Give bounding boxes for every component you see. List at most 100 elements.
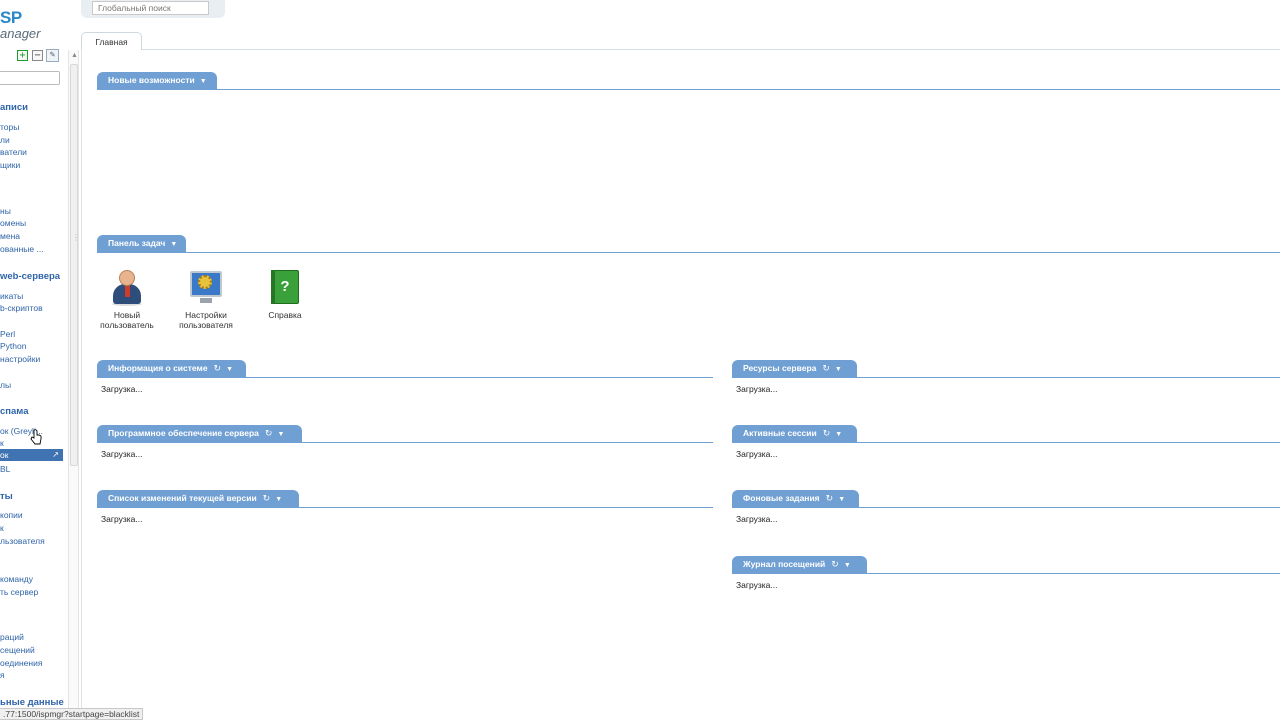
status-bar-url: .77:1500/ispmgr?startpage=blacklist <box>0 708 144 720</box>
widget-loading-text: Загрузка... <box>736 449 778 459</box>
scroll-up-icon[interactable]: ▲ <box>71 52 78 59</box>
sidebar: SP anager + − ✎ аписи торы ли ватели щик… <box>0 0 68 720</box>
widget-divider <box>732 507 1280 508</box>
chevron-down-icon[interactable]: ▼ <box>275 491 282 508</box>
widget-loading-text: Загрузка... <box>101 384 143 394</box>
sidebar-item[interactable]: ть сервер <box>0 587 38 597</box>
task-label: пользователя <box>179 320 233 330</box>
widget-divider <box>97 442 713 443</box>
sidebar-item[interactable]: ны <box>0 206 11 216</box>
sidebar-item[interactable]: BL <box>0 464 10 474</box>
sidebar-item-active[interactable]: ок ↗ <box>0 449 63 461</box>
widget-title: Активные сессии <box>743 428 817 438</box>
help-icon: ? <box>268 270 302 306</box>
chevron-down-icon[interactable]: ▼ <box>200 73 207 90</box>
widget-divider <box>97 507 713 508</box>
sidebar-item[interactable]: копии <box>0 510 23 520</box>
widget-title: Журнал посещений <box>743 559 826 569</box>
widget-loading-text: Загрузка... <box>736 580 778 590</box>
settings-icon <box>189 270 223 306</box>
sidebar-item[interactable]: к <box>0 438 4 448</box>
task-user-settings[interactable]: Настройки пользователя <box>171 270 241 330</box>
task-new-user[interactable]: Новый пользователь <box>92 270 162 330</box>
task-help[interactable]: ? Справка <box>250 270 320 320</box>
refresh-icon[interactable]: ↻ <box>822 360 830 377</box>
widget-header-changelog[interactable]: Список изменений текущей версии ↻ ▼ <box>97 490 299 507</box>
widget-divider <box>732 442 1280 443</box>
sidebar-item[interactable]: сещений <box>0 645 35 655</box>
refresh-icon[interactable]: ↻ <box>826 490 834 507</box>
widget-loading-text: Загрузка... <box>736 514 778 524</box>
widget-header-visits[interactable]: Журнал посещений ↻ ▼ <box>732 556 867 573</box>
sidebar-item[interactable]: лы <box>0 380 11 390</box>
sidebar-section[interactable]: ьные данные <box>0 697 64 708</box>
widget-header-software[interactable]: Программное обеспечение сервера ↻ ▼ <box>97 425 302 442</box>
chevron-down-icon[interactable]: ▼ <box>226 361 233 378</box>
sidebar-section[interactable]: ты <box>0 491 13 502</box>
refresh-icon[interactable]: ↻ <box>263 490 271 507</box>
sidebar-item[interactable]: оединения <box>0 658 42 668</box>
widget-divider <box>732 573 1280 574</box>
user-icon <box>110 270 144 306</box>
widget-loading-text: Загрузка... <box>101 514 143 524</box>
chevron-down-icon[interactable]: ▼ <box>835 361 842 378</box>
sidebar-item[interactable]: я <box>0 670 5 680</box>
sidebar-item-label: ок <box>0 450 9 460</box>
sidebar-item[interactable]: ованные ... <box>0 244 44 254</box>
external-link-icon[interactable]: ↗ <box>52 450 59 459</box>
widget-title: Информация о системе <box>108 363 208 373</box>
chevron-down-icon[interactable]: ▼ <box>838 491 845 508</box>
refresh-icon[interactable]: ↻ <box>265 425 273 442</box>
widget-loading-text: Загрузка... <box>736 384 778 394</box>
expand-all-icon[interactable]: + <box>17 50 28 61</box>
scrollbar-thumb[interactable] <box>70 64 78 466</box>
global-search-input[interactable] <box>92 1 209 15</box>
sidebar-item[interactable]: Perl <box>0 329 15 339</box>
pin-icon[interactable]: ✎ <box>46 49 59 62</box>
sidebar-item[interactable]: команду <box>0 574 33 584</box>
sidebar-item[interactable]: мена <box>0 231 20 241</box>
chevron-down-icon[interactable]: ▼ <box>835 426 842 443</box>
sidebar-search-input[interactable] <box>0 71 60 85</box>
chevron-down-icon[interactable]: ▼ <box>277 426 284 443</box>
widget-header-sessions[interactable]: Активные сессии ↻ ▼ <box>732 425 857 442</box>
sidebar-item[interactable]: щики <box>0 160 20 170</box>
splitter-handle[interactable]: ⋮ <box>72 233 80 242</box>
sidebar-item[interactable]: раций <box>0 632 24 642</box>
content-border <box>81 50 82 720</box>
sidebar-scrollbar[interactable]: ▲ <box>68 50 79 720</box>
widget-title: Фоновые задания <box>743 493 820 503</box>
sidebar-item[interactable]: льзователя <box>0 536 45 546</box>
sidebar-item[interactable]: икаты <box>0 291 23 301</box>
widget-header-background[interactable]: Фоновые задания ↻ ▼ <box>732 490 859 507</box>
widget-title: Новые возможности <box>108 75 195 85</box>
collapse-all-icon[interactable]: − <box>32 50 43 61</box>
chevron-down-icon[interactable]: ▼ <box>844 557 851 574</box>
widget-header-resources[interactable]: Ресурсы сервера ↻ ▼ <box>732 360 857 377</box>
sidebar-item[interactable]: b-скриптов <box>0 303 43 313</box>
refresh-icon[interactable]: ↻ <box>831 556 839 573</box>
widget-header-task-panel[interactable]: Панель задач ▼ <box>97 235 186 252</box>
tab-divider <box>142 49 1280 50</box>
widget-divider <box>97 252 1280 253</box>
refresh-icon[interactable]: ↻ <box>214 360 222 377</box>
sidebar-item[interactable]: ли <box>0 135 10 145</box>
chevron-down-icon[interactable]: ▼ <box>170 236 177 253</box>
logo[interactable]: SP anager <box>0 8 68 41</box>
sidebar-section[interactable]: спама <box>0 406 29 417</box>
sidebar-section[interactable]: web-сервера <box>0 271 60 282</box>
sidebar-section[interactable]: аписи <box>0 102 28 113</box>
sidebar-item[interactable]: ватели <box>0 147 27 157</box>
task-label: Новый <box>113 310 141 320</box>
sidebar-item[interactable]: омены <box>0 218 26 228</box>
sidebar-item[interactable]: настройки <box>0 354 40 364</box>
tab-main[interactable]: Главная <box>81 32 142 50</box>
logo-isp: SP <box>0 8 22 27</box>
sidebar-item[interactable]: Python <box>0 341 26 351</box>
sidebar-item[interactable]: торы <box>0 122 19 132</box>
hand-cursor-icon <box>30 429 42 445</box>
refresh-icon[interactable]: ↻ <box>823 425 831 442</box>
widget-header-new-features[interactable]: Новые возможности ▼ <box>97 72 217 89</box>
widget-header-system-info[interactable]: Информация о системе ↻ ▼ <box>97 360 246 377</box>
sidebar-item[interactable]: к <box>0 523 4 533</box>
